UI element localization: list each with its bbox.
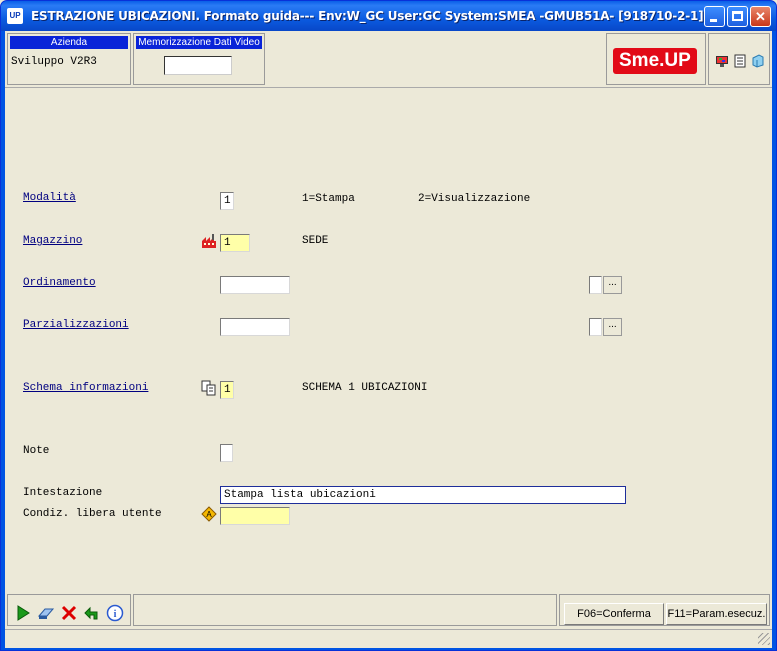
window-title: ESTRAZIONE UBICAZIONI. Formato guida--- …	[31, 9, 704, 23]
ordinamento-checkbox[interactable]	[589, 276, 602, 294]
modalita-option-2: 2=Visualizzazione	[418, 193, 531, 205]
schema-label[interactable]: Schema informazioni	[23, 382, 148, 394]
monitor-icon[interactable]	[715, 54, 729, 68]
magazzino-description: SEDE	[302, 235, 329, 247]
app-window: UP ESTRAZIONE UBICAZIONI. Formato guida-…	[0, 0, 777, 651]
intestazione-input[interactable]: Stampa lista ubicazioni	[220, 486, 626, 504]
info-icon[interactable]: i	[106, 604, 124, 622]
document-icon[interactable]	[733, 54, 747, 68]
cancel-icon[interactable]	[60, 604, 78, 622]
schema-description: SCHEMA 1 UBICAZIONI	[302, 382, 428, 394]
parzializzazioni-input[interactable]	[220, 318, 290, 336]
resize-grip-icon[interactable]	[758, 633, 770, 645]
title-bar[interactable]: UP ESTRAZIONE UBICAZIONI. Formato guida-…	[1, 1, 776, 31]
box-icon[interactable]	[751, 54, 765, 68]
header-divider	[5, 87, 772, 88]
schema-input[interactable]: 1	[220, 381, 234, 399]
tools-panel	[708, 33, 770, 85]
logo-text-sme: Sme.	[619, 50, 665, 71]
ordinamento-label[interactable]: Ordinamento	[23, 277, 96, 289]
svg-text:i: i	[114, 609, 117, 620]
note-label: Note	[23, 445, 50, 457]
azienda-label: Azienda	[10, 36, 128, 49]
play-icon[interactable]	[14, 604, 32, 622]
note-checkbox[interactable]	[220, 444, 233, 462]
factory-icon[interactable]	[201, 233, 217, 249]
minimize-icon	[710, 19, 717, 22]
magazzino-input[interactable]: 1	[220, 234, 250, 252]
close-icon: ✕	[755, 9, 766, 24]
parzializzazioni-label[interactable]: Parzializzazioni	[23, 319, 129, 331]
message-panel	[133, 594, 557, 626]
parzializzazioni-checkbox[interactable]	[589, 318, 602, 336]
client-area: Azienda Sviluppo V2R3 Memorizzazione Dat…	[5, 31, 772, 648]
app-icon[interactable]: UP	[7, 8, 23, 24]
memo-panel: Memorizzazione Dati Video	[133, 33, 265, 85]
ordinamento-input[interactable]	[220, 276, 290, 294]
function-keys-panel: F06=Conferma F11=Param.esecuz.	[559, 594, 770, 626]
status-bar	[5, 629, 772, 647]
azienda-panel: Azienda Sviluppo V2R3	[7, 33, 131, 85]
modalita-label[interactable]: Modalità	[23, 192, 76, 204]
eraser-icon[interactable]	[37, 604, 55, 622]
minimize-button[interactable]	[704, 6, 725, 27]
parzializzazioni-browse-button[interactable]: ...	[603, 318, 622, 336]
copy-icon[interactable]	[201, 380, 217, 396]
action-icons-panel: i	[7, 594, 131, 626]
back-arrow-icon[interactable]	[83, 604, 101, 622]
azienda-value: Sviluppo V2R3	[11, 56, 97, 68]
memo-input[interactable]	[164, 56, 232, 75]
logo-text-up: UP	[664, 50, 691, 71]
bottom-toolbar: i F06=Conferma F11=Param.esecuz.	[5, 591, 772, 627]
condiz-input[interactable]	[220, 507, 290, 525]
modalita-option-1: 1=Stampa	[302, 193, 355, 205]
condiz-label: Condiz. libera utente	[23, 508, 162, 520]
f11-params-button[interactable]: F11=Param.esecuz.	[666, 603, 767, 625]
ordinamento-browse-button[interactable]: ...	[603, 276, 622, 294]
intestazione-label: Intestazione	[23, 487, 103, 499]
maximize-button[interactable]	[727, 6, 748, 27]
modalita-input[interactable]: 1	[220, 192, 234, 210]
memo-label: Memorizzazione Dati Video	[136, 36, 262, 49]
logo-badge: Sme.UP	[613, 48, 697, 74]
magazzino-label[interactable]: Magazzino	[23, 235, 82, 247]
warning-diamond-icon[interactable]: A	[201, 506, 217, 522]
smeup-logo: Sme.UP	[606, 33, 706, 85]
f06-confirm-button[interactable]: F06=Conferma	[564, 603, 664, 625]
close-button[interactable]: ✕	[750, 6, 771, 27]
maximize-icon	[732, 11, 743, 21]
svg-text:A: A	[206, 510, 212, 519]
